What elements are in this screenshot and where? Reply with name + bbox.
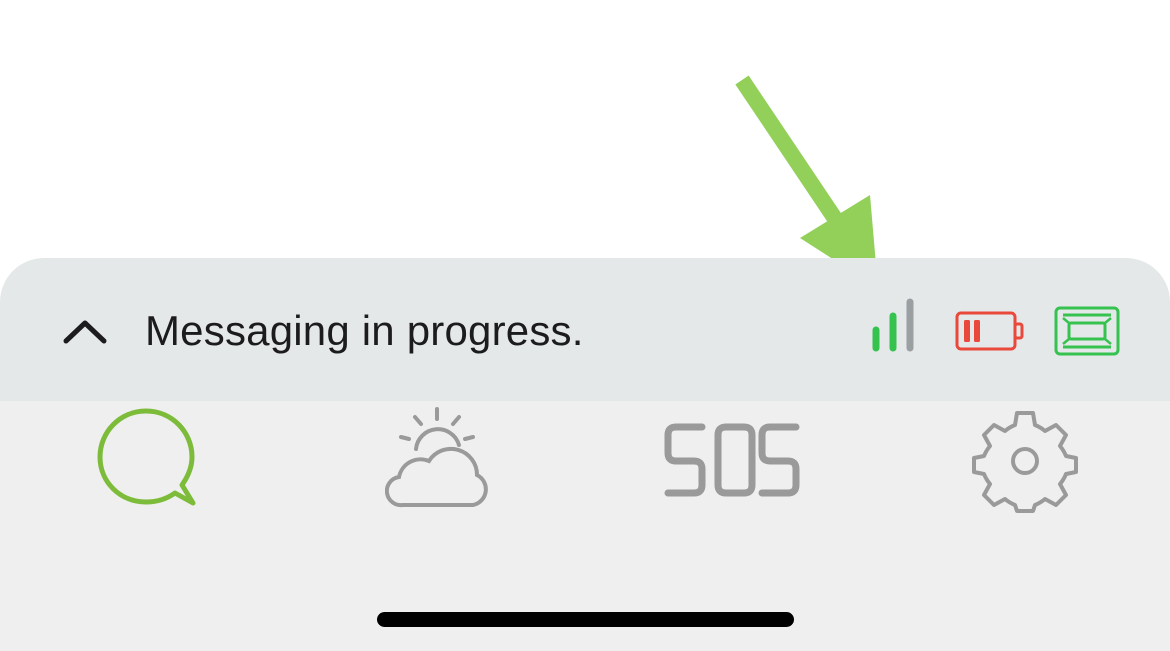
battery-low-icon xyxy=(955,311,1024,351)
status-message: Messaging in progress. xyxy=(145,307,584,354)
tab-weather[interactable] xyxy=(384,405,495,515)
home-indicator[interactable] xyxy=(377,612,794,627)
expand-button[interactable] xyxy=(58,305,112,359)
top-blank-area xyxy=(0,0,1170,258)
sos-icon xyxy=(664,423,800,497)
signal-bars-icon xyxy=(872,298,914,352)
chat-bubble-icon xyxy=(97,408,196,506)
chevron-up-icon xyxy=(63,320,107,344)
weather-cloud-sun-icon xyxy=(384,407,488,508)
tab-sos[interactable] xyxy=(660,405,804,515)
gear-icon xyxy=(972,411,1078,513)
tab-messages[interactable] xyxy=(92,405,202,515)
satellite-device-icon xyxy=(1054,306,1120,356)
tab-settings[interactable] xyxy=(970,405,1080,515)
